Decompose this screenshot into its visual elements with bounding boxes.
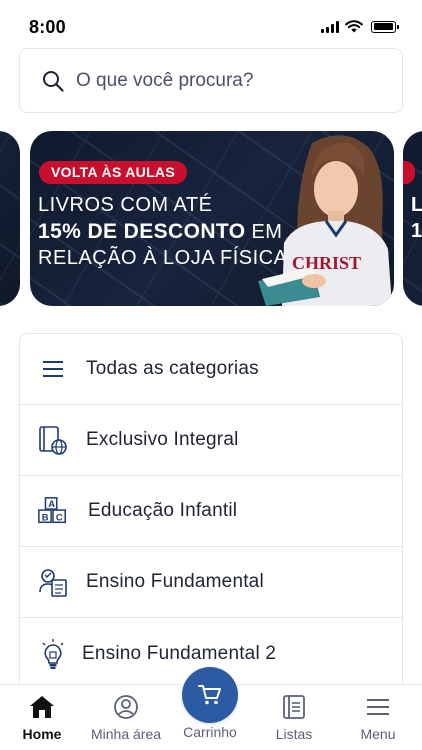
nav-lists-label: Listas (275, 726, 313, 742)
search-input[interactable] (76, 69, 376, 92)
banner-discount-highlight: 15% DE DESCONTO (38, 220, 246, 243)
lightbulb-icon (37, 638, 69, 670)
nav-home[interactable]: Home (0, 693, 84, 742)
nav-menu[interactable]: Menu (336, 693, 420, 742)
battery-icon (371, 20, 399, 33)
nav-account-label: Minha área (90, 726, 162, 742)
category-item-exclusivo-integral[interactable]: Exclusivo Integral (20, 405, 402, 476)
category-label: Todas as categorias (86, 358, 259, 379)
category-item-ensino-fundamental[interactable]: Ensino Fundamental (20, 547, 402, 618)
banner-next-line1: L (411, 194, 422, 216)
svg-text:B: B (42, 511, 49, 522)
nav-cart-label: Carrinho (183, 724, 237, 740)
wifi-icon (345, 20, 363, 33)
student-photo: CHRIST (258, 135, 392, 306)
category-item-educacao-infantil[interactable]: A B C Educação Infantil (20, 476, 402, 547)
promo-banner[interactable]: VOLTA ÀS AULAS LIVROS COM ATÉ 15% DE DES… (30, 131, 394, 306)
nav-menu-label: Menu (360, 726, 396, 742)
svg-text:C: C (56, 511, 63, 522)
category-label: Ensino Fundamental (86, 571, 264, 592)
menu-icon (364, 693, 392, 721)
status-bar: 8:00 (0, 0, 422, 48)
search-bar[interactable] (19, 48, 403, 113)
menu-icon (37, 353, 69, 385)
promo-carousel[interactable]: CHRIST VOLTA ÀS AULAS LIVROS COM ATÉ 15%… (0, 131, 422, 306)
category-list: Todas as categorias Exclusivo Integral A… (19, 333, 403, 693)
promo-banner-next[interactable]: L 1 (403, 131, 422, 306)
cart-icon (198, 685, 221, 705)
user-circle-icon (112, 693, 140, 721)
search-icon (43, 70, 64, 92)
category-label: Educação Infantil (88, 500, 238, 521)
svg-text:A: A (48, 498, 55, 509)
cart-button[interactable] (182, 667, 238, 723)
status-icons (321, 20, 399, 33)
nav-account[interactable]: Minha área (84, 693, 168, 742)
banner-next-line2: 1 (411, 220, 422, 242)
banner-tag: VOLTA ÀS AULAS (39, 161, 187, 184)
abc-blocks-icon: A B C (37, 495, 69, 527)
student-book-icon (37, 566, 69, 598)
banner-discount: 15% DE DESCONTO EM (38, 220, 282, 244)
category-label: Exclusivo Integral (86, 429, 239, 450)
student-photo: CHRIST (0, 131, 20, 306)
home-icon (28, 693, 56, 721)
status-time: 8:00 (29, 17, 66, 37)
category-item-all[interactable]: Todas as categorias (20, 334, 402, 405)
category-label: Ensino Fundamental 2 (82, 642, 277, 664)
list-book-icon (280, 693, 308, 721)
banner-headline: LIVROS COM ATÉ (38, 194, 213, 216)
cellular-signal-icon (321, 20, 339, 33)
banner-subline: RELAÇÃO À LOJA FÍSICA (38, 247, 288, 269)
nav-home-label: Home (22, 726, 62, 742)
nav-lists[interactable]: Listas (252, 693, 336, 742)
book-globe-icon (37, 424, 69, 456)
promo-banner-previous[interactable]: CHRIST (0, 131, 20, 306)
